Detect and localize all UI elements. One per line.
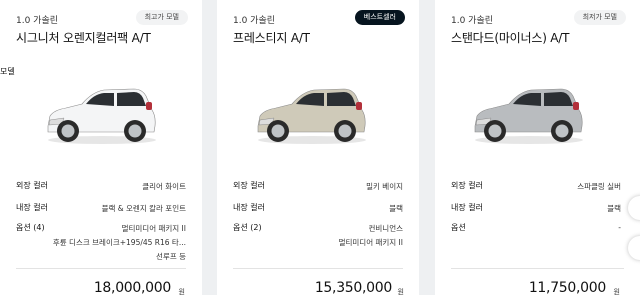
exterior-color-label: 외장 컬러 [16, 181, 48, 190]
trim-name: 시그니처 오렌지컬러팩 A/T [16, 31, 151, 45]
option-value: 후륜 디스크 브레이크+195/45 R16 타... [52, 238, 186, 247]
trim-name: 스탠다드(마이너스) A/T [451, 31, 570, 45]
interior-color-value: 블랙 [389, 204, 403, 213]
interior-color-value: 블랙 & 오렌지 칼라 포인트 [101, 204, 186, 213]
exterior-color-label: 외장 컬러 [451, 181, 483, 190]
interior-color-label: 내장 컬러 [16, 203, 48, 212]
price-value: 15,350,000 [314, 280, 392, 295]
engine-label: 1.0 가솔린 [451, 16, 494, 26]
car-image [474, 88, 583, 144]
status-badge: 최고가 모델 [135, 10, 188, 25]
car-image [257, 88, 366, 144]
divider [451, 268, 624, 269]
model-label: 모델 [0, 67, 15, 76]
trim-name: 프레스티지 A/T [233, 31, 310, 45]
interior-color-value: 블랙 [607, 204, 621, 213]
price-value: 11,750,000 [528, 280, 606, 295]
currency-label: 원 [613, 288, 620, 295]
divider [16, 268, 186, 269]
currency-label: 원 [397, 288, 404, 295]
exterior-color-label: 외장 컬러 [233, 181, 265, 190]
option-value: 컨비니언스 [368, 224, 404, 233]
engine-label: 1.0 가솔린 [233, 16, 276, 26]
exterior-color-value: 밀키 베이지 [366, 182, 403, 191]
status-badge: 최저가 모델 [573, 10, 626, 25]
currency-label: 원 [178, 288, 185, 295]
options-label: 옵션 [451, 223, 466, 232]
interior-color-label: 내장 컬러 [233, 203, 265, 212]
exterior-color-value: 클리어 화이트 [142, 182, 186, 191]
options-label: 옵션 (4) [16, 223, 45, 232]
option-value: 멀티미디어 패키지 II [338, 238, 403, 247]
status-badge: 베스트셀러 [354, 10, 405, 25]
car-image [47, 88, 156, 144]
price-value: 18,000,000 [93, 280, 171, 295]
option-value: 멀티미디어 패키지 II [121, 224, 186, 233]
exterior-color-value: 스파클링 실버 [577, 182, 621, 191]
interior-color-label: 내장 컬러 [451, 203, 483, 212]
options-label: 옵션 (2) [233, 223, 262, 232]
option-value: 선루프 등 [156, 252, 186, 261]
option-value: - [618, 223, 621, 232]
divider [233, 268, 403, 269]
engine-label: 1.0 가솔린 [16, 16, 59, 26]
